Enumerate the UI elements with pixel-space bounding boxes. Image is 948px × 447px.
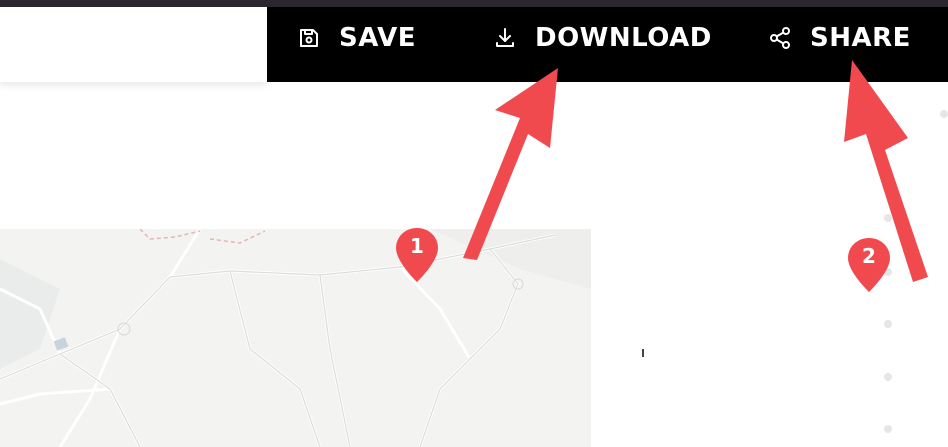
text-cursor <box>642 349 644 357</box>
list-bullet <box>940 110 948 118</box>
map-roads <box>0 229 591 447</box>
list-bullet <box>884 425 892 433</box>
share-icon <box>767 25 793 51</box>
list-bullet <box>884 320 892 328</box>
right-panel <box>591 229 948 447</box>
save-button[interactable]: SAVE <box>296 0 416 75</box>
map-preview[interactable] <box>0 229 591 447</box>
floppy-disk-icon <box>296 25 322 51</box>
list-bullet <box>884 214 892 222</box>
share-label: SHARE <box>810 22 911 53</box>
annotation-number-1: 1 <box>410 234 424 258</box>
header-left-area <box>0 7 267 82</box>
download-label: DOWNLOAD <box>535 22 712 53</box>
save-label: SAVE <box>339 22 416 53</box>
share-button[interactable]: SHARE <box>767 0 911 75</box>
annotation-marker-2: 2 <box>846 236 892 294</box>
download-icon <box>492 25 518 51</box>
annotation-number-2: 2 <box>862 244 876 268</box>
annotation-marker-1: 1 <box>394 226 440 284</box>
download-button[interactable]: DOWNLOAD <box>492 0 712 75</box>
list-bullet <box>884 373 892 381</box>
